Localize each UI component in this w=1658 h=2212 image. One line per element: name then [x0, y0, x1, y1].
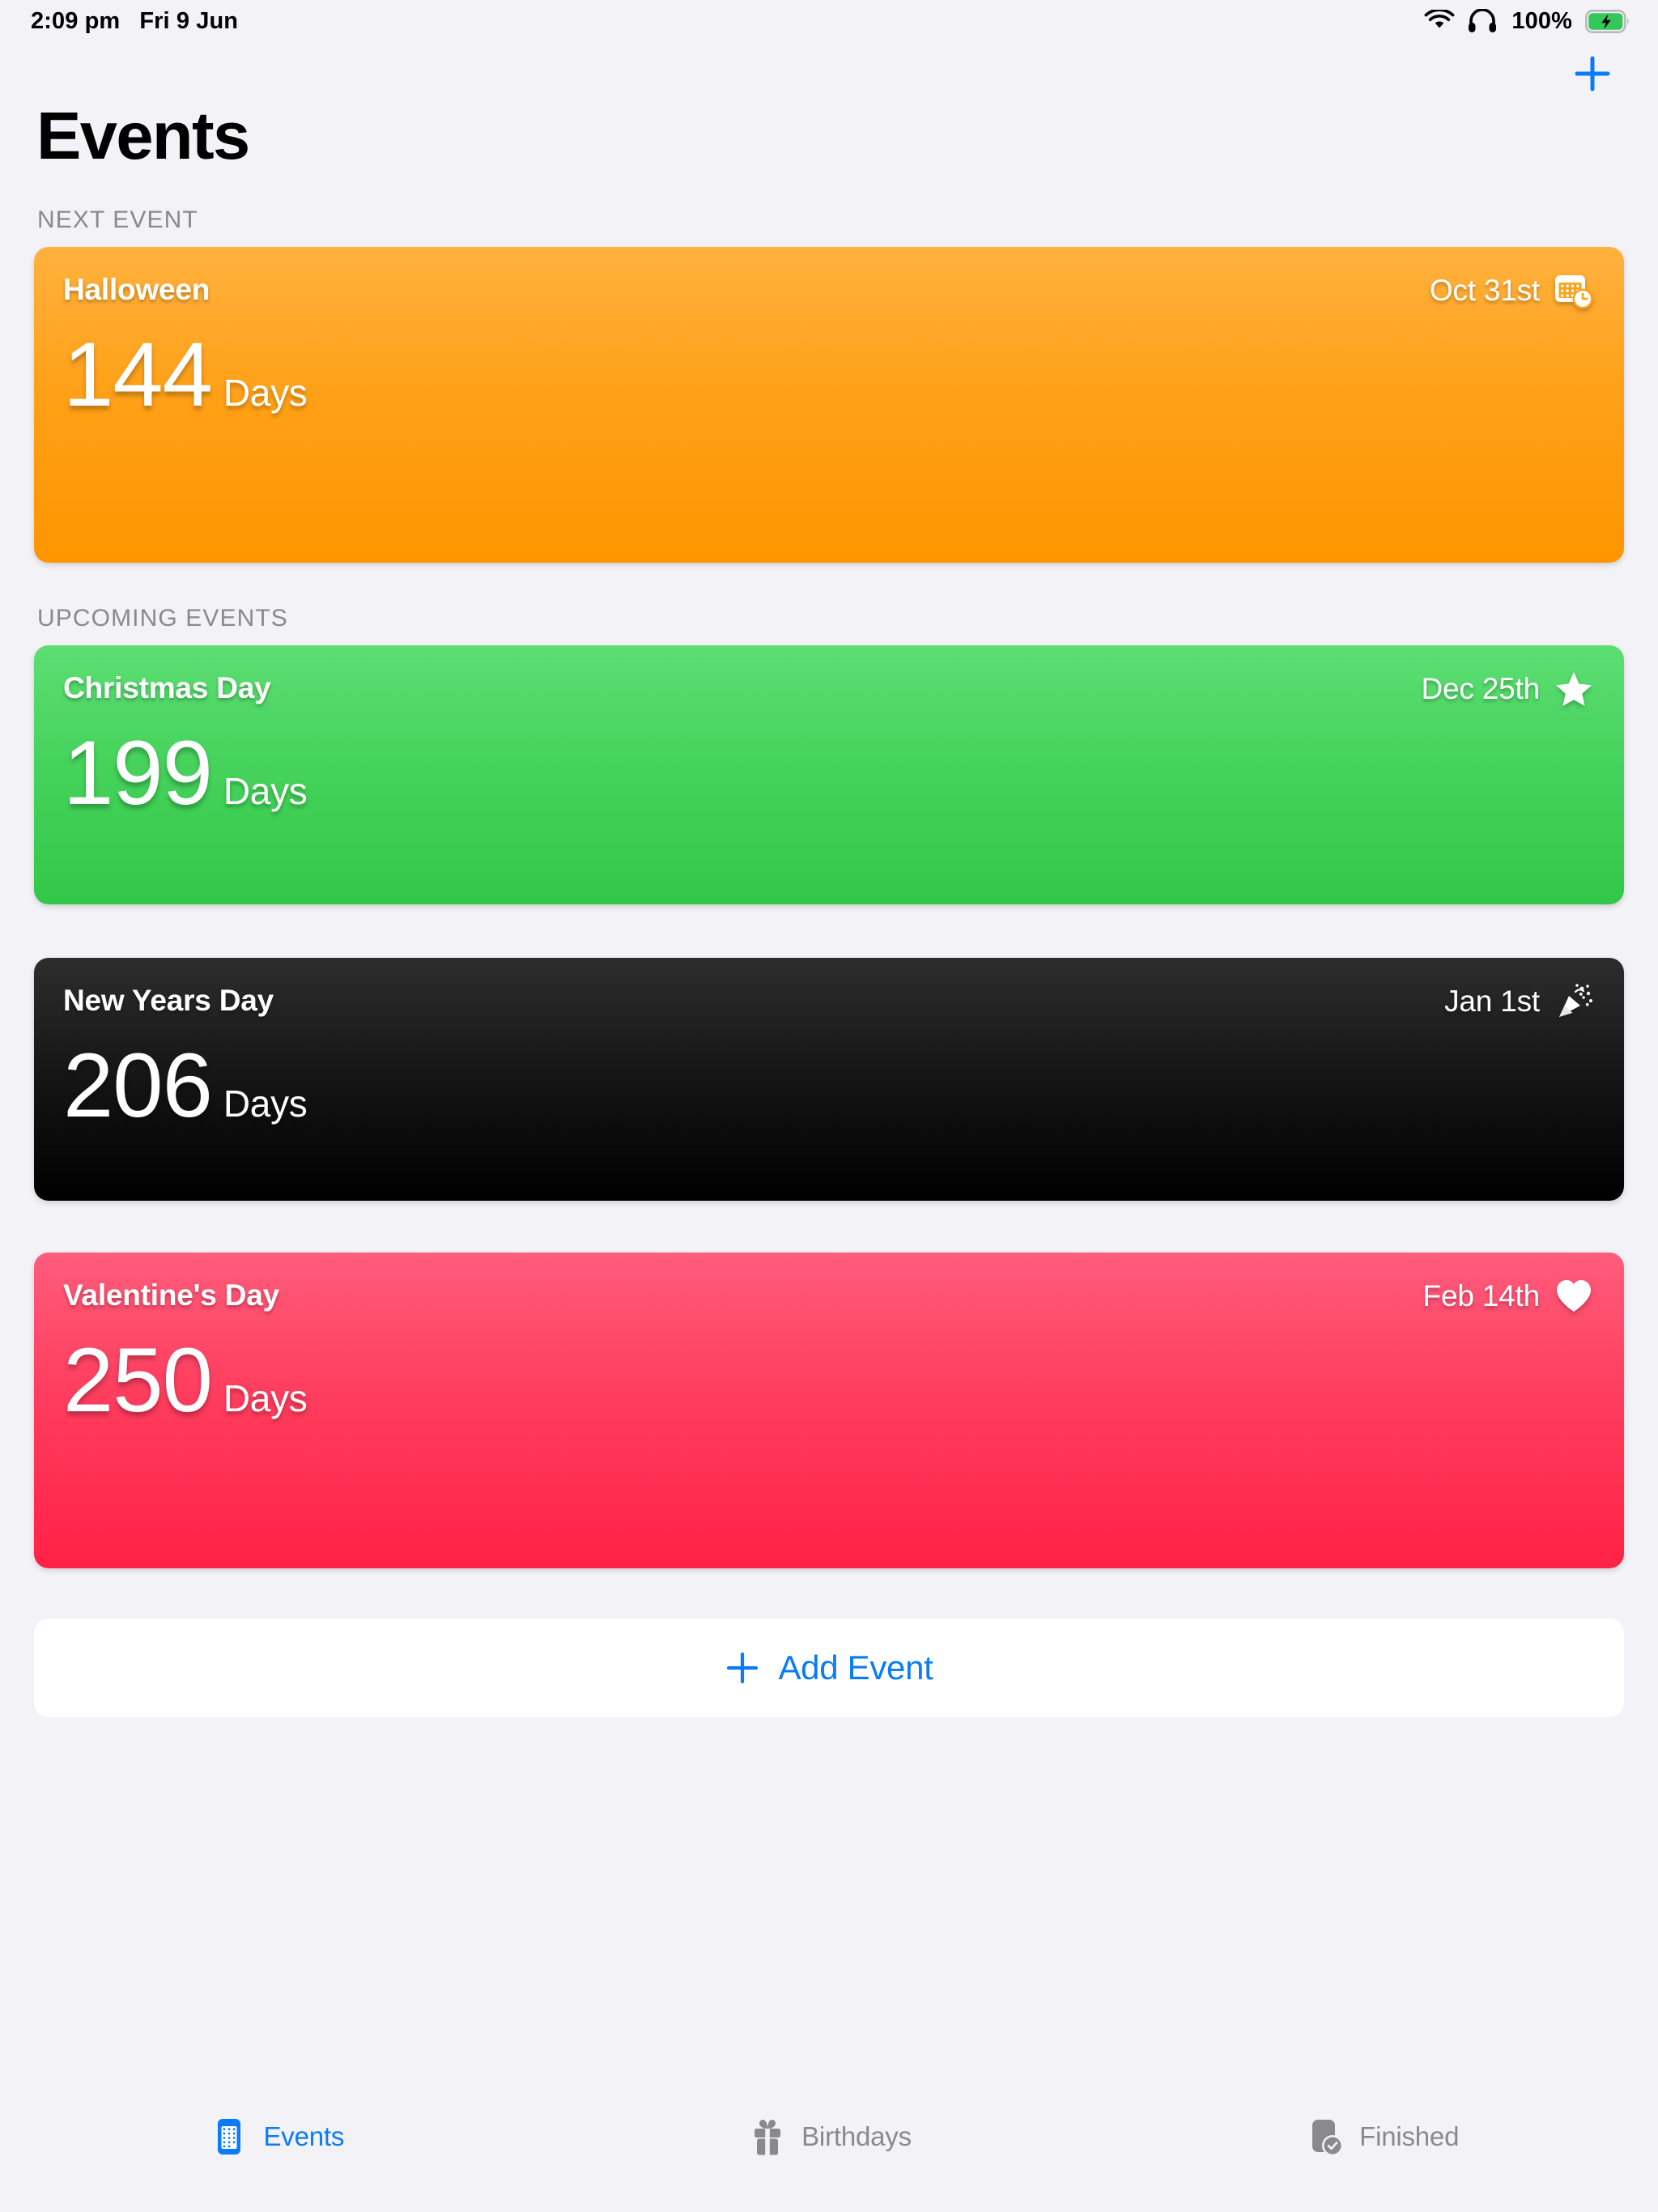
calendar-icon	[208, 2116, 250, 2158]
event-days-unit: Days	[223, 1083, 308, 1125]
event-card-christmas-day[interactable]: Christmas Day Dec 25th 199 Days	[34, 645, 1624, 905]
headphones-icon	[1468, 8, 1497, 33]
event-days-count: 206	[63, 1035, 213, 1137]
plus-icon	[725, 1650, 760, 1686]
status-date: Fri 9 Jun	[139, 7, 239, 34]
event-countdown: 199 Days	[63, 728, 1595, 819]
event-name: Halloween	[63, 273, 210, 307]
tab-events[interactable]: Events	[0, 2116, 553, 2158]
event-name: Valentine's Day	[63, 1278, 279, 1312]
event-days-count: 144	[63, 324, 213, 426]
card-spacer	[34, 904, 1624, 958]
add-event-nav-button[interactable]	[1564, 45, 1621, 102]
add-event-section: Add Event	[34, 1619, 1624, 1718]
status-bar: 2:09 pm Fri 9 Jun 100%	[0, 0, 1658, 42]
gift-icon	[746, 2116, 789, 2158]
plus-icon	[1575, 56, 1610, 91]
event-card-valentines-day[interactable]: Valentine's Day Feb 14th 250 Days	[34, 1253, 1624, 1569]
event-card-right: Jan 1st	[1444, 981, 1595, 1023]
section-header-next-event: NEXT EVENT	[37, 206, 198, 234]
event-name: Christmas Day	[63, 671, 271, 705]
event-countdown: 250 Days	[63, 1335, 1595, 1426]
event-date: Dec 25th	[1421, 672, 1541, 706]
event-card-halloween[interactable]: Halloween Oct 31st 144 Days	[34, 247, 1624, 564]
status-time: 2:09 pm	[31, 7, 121, 34]
event-card-top: Halloween Oct 31st	[63, 273, 1595, 312]
event-card-top: New Years Day Jan 1st	[63, 984, 1595, 1023]
event-card-top: Christmas Day Dec 25th	[63, 671, 1595, 710]
event-countdown: 206 Days	[63, 1040, 1595, 1131]
event-name: New Years Day	[63, 984, 274, 1018]
event-card-right: Dec 25th	[1422, 668, 1596, 710]
event-card-new-years-day[interactable]: New Years Day Jan 1st 206 Days	[34, 958, 1624, 1202]
tab-bar: Events Birthdays Finished	[0, 2091, 1658, 2212]
tab-finished[interactable]: Finished	[1105, 2116, 1658, 2158]
add-event-label: Add Event	[778, 1648, 933, 1687]
event-date: Jan 1st	[1444, 985, 1540, 1019]
star-icon	[1553, 668, 1595, 710]
page-title: Events	[36, 98, 250, 173]
battery-charging-icon	[1584, 9, 1630, 33]
event-days-unit: Days	[223, 1377, 308, 1420]
tab-birthdays[interactable]: Birthdays	[553, 2116, 1106, 2158]
event-card-right: Feb 14th	[1423, 1275, 1595, 1317]
section-header-upcoming-events: UPCOMING EVENTS	[37, 605, 288, 632]
event-countdown: 144 Days	[63, 330, 1595, 420]
event-days-count: 199	[63, 722, 213, 824]
tab-label-finished: Finished	[1359, 2121, 1460, 2151]
card-spacer	[34, 1201, 1624, 1253]
heart-icon	[1553, 1275, 1595, 1317]
event-days-unit: Days	[223, 372, 308, 415]
battery-percent: 100%	[1511, 7, 1572, 34]
wifi-icon	[1424, 8, 1455, 32]
event-days-count: 250	[63, 1329, 213, 1431]
event-card-right: Oct 31st	[1430, 270, 1595, 312]
event-date: Feb 14th	[1422, 1279, 1541, 1313]
status-bar-right: 100%	[1424, 8, 1630, 35]
add-event-button[interactable]: Add Event	[34, 1619, 1624, 1718]
party-popper-icon	[1553, 981, 1595, 1023]
event-date: Oct 31st	[1429, 274, 1540, 308]
nav-bar	[0, 42, 1658, 105]
status-bar-left: 2:09 pm Fri 9 Jun	[31, 8, 238, 35]
tab-label-birthdays: Birthdays	[801, 2121, 912, 2151]
event-card-top: Valentine's Day Feb 14th	[63, 1278, 1595, 1317]
event-days-unit: Days	[223, 770, 308, 813]
tab-label-events: Events	[263, 2121, 345, 2151]
app-screen: 2:09 pm Fri 9 Jun 100% Events NEXT EVENT…	[0, 0, 1658, 2212]
calendar-clock-icon	[1553, 270, 1595, 312]
checked-document-icon	[1304, 2116, 1346, 2158]
content-area: NEXT EVENT Halloween Oct 31st 144 Days U…	[0, 171, 1658, 2091]
